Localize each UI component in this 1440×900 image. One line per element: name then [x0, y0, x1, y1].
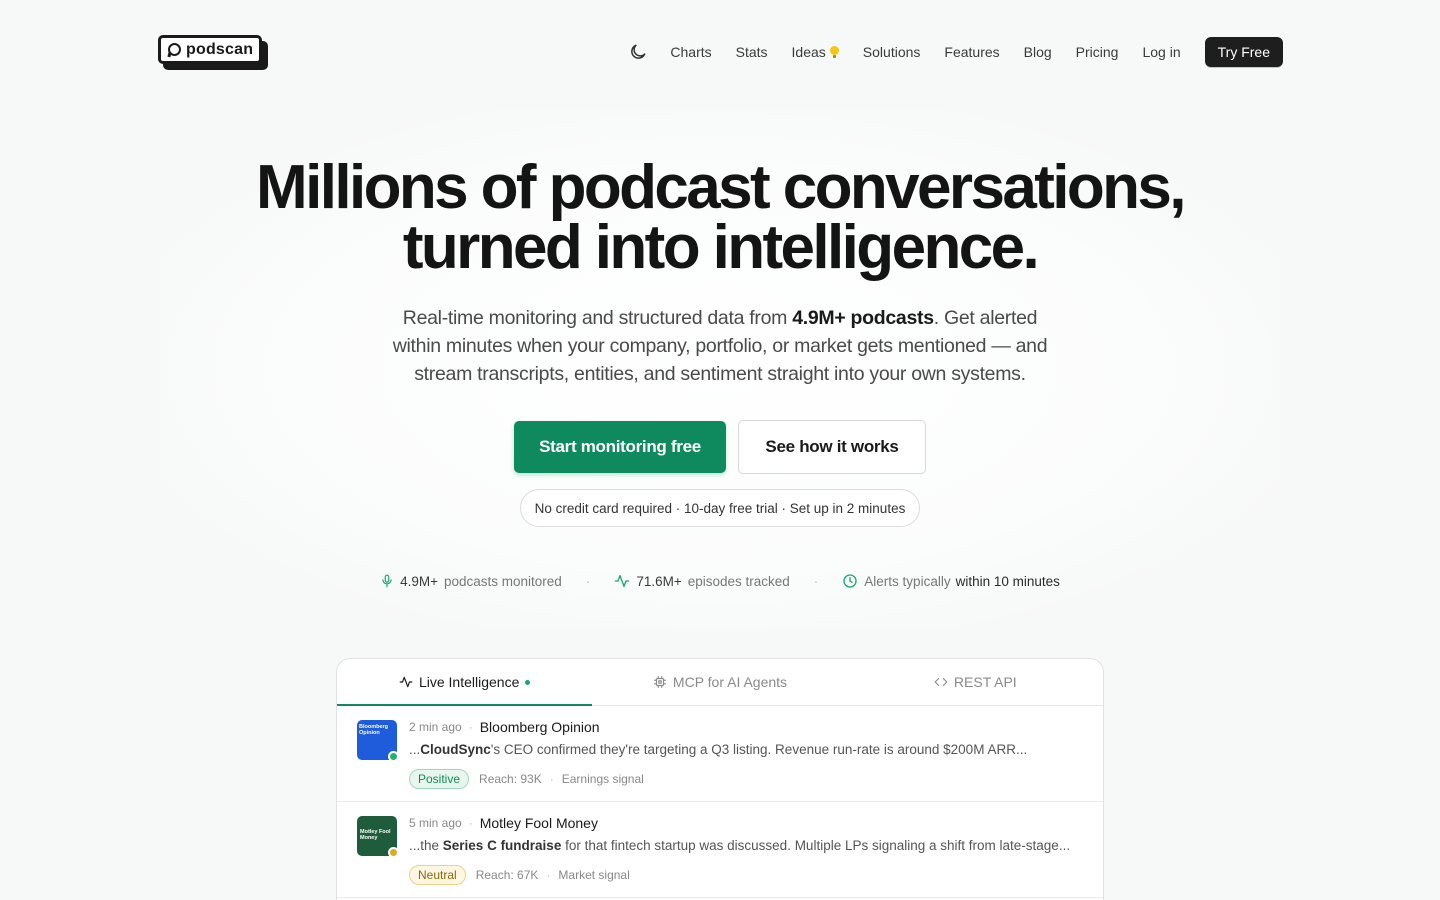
try-free-button[interactable]: Try Free: [1204, 37, 1283, 67]
search-icon: [167, 42, 181, 57]
tab-rest-api-label: REST API: [953, 674, 1017, 690]
meta-separator: ·: [468, 816, 473, 830]
nav-ideas-label: Ideas: [791, 44, 826, 60]
status-indicator: [388, 751, 399, 762]
product-preview-card: Live Intelligence MCP for AI Agents REST…: [336, 658, 1104, 900]
podscan-logo[interactable]: podscan: [158, 35, 270, 71]
meta-separator: ·: [468, 720, 473, 734]
feed-item[interactable]: Bloomberg Opinion 2 min ago · Bloomberg …: [337, 706, 1103, 802]
logo-wordmark: podscan: [186, 40, 254, 58]
code-icon: [934, 677, 948, 687]
stat-podcasts-number: 4.9M+: [400, 573, 438, 589]
quote-highlight: CloudSync: [420, 742, 491, 757]
lightbulb-icon: [829, 46, 839, 58]
quote-text: ...the: [409, 838, 443, 853]
activity-icon: [399, 676, 413, 688]
activity-icon: [614, 575, 630, 587]
feed-item-quote: ...CloudSync's CEO confirmed they're tar…: [409, 742, 1027, 757]
stat-separator: ·: [585, 573, 591, 589]
quote-text-end: 's CEO confirmed they're targeting a Q3 …: [490, 742, 1028, 757]
feed-item-source[interactable]: Bloomberg Opinion: [480, 719, 600, 735]
tab-mcp-label: MCP for AI Agents: [672, 674, 788, 690]
tab-mcp-ai-agents[interactable]: MCP for AI Agents: [592, 659, 847, 705]
nav-features[interactable]: Features: [944, 44, 999, 60]
feed-item-reach: Reach: 67K: [475, 868, 539, 882]
feed-item-time: 2 min ago: [409, 720, 462, 734]
feed-item-meta: 5 min ago · Motley Fool Money: [409, 815, 598, 831]
tab-live-intelligence[interactable]: Live Intelligence: [337, 659, 593, 706]
trial-note: No credit card required · 10-day free tr…: [520, 489, 920, 527]
status-indicator: [388, 847, 399, 858]
stat-alerts-highlight: within 10 minutes: [955, 573, 1060, 589]
sentiment-badge: Neutral: [409, 865, 466, 885]
stat-episodes: 71.6M+ episodes tracked: [614, 573, 790, 589]
stat-episodes-label: episodes tracked: [687, 573, 790, 589]
feed-item-signal: Market signal: [558, 868, 630, 882]
stat-podcasts-label: podcasts monitored: [444, 573, 562, 589]
moon-icon[interactable]: [628, 42, 648, 62]
chip-icon: [654, 676, 666, 688]
preview-tabs: Live Intelligence MCP for AI Agents REST…: [337, 659, 1103, 706]
tab-rest-api[interactable]: REST API: [848, 659, 1103, 705]
quote-highlight: Series C fundraise: [442, 838, 562, 853]
tag-separator: ·: [549, 772, 554, 786]
mic-icon: [382, 574, 392, 588]
start-monitoring-button[interactable]: Start monitoring free: [514, 421, 726, 473]
feed-item-meta: 2 min ago · Bloomberg Opinion: [409, 719, 600, 735]
feed-item-source[interactable]: Motley Fool Money: [480, 815, 598, 831]
feed-item-reach: Reach: 93K: [479, 772, 542, 786]
feed-item[interactable]: Motley Fool Money 5 min ago · Motley Foo…: [337, 802, 1103, 898]
hero-title-line-2: turned into intelligence.: [402, 213, 1040, 282]
see-how-it-works-button[interactable]: See how it works: [738, 420, 926, 474]
stat-alerts-label: Alerts typically: [864, 573, 951, 589]
feed-item-quote: ...the Series C fundraise for that finte…: [409, 838, 1070, 853]
sentiment-badge: Positive: [409, 769, 470, 789]
live-indicator-dot: [525, 679, 531, 685]
stat-podcasts: 4.9M+ podcasts monitored: [380, 573, 562, 589]
tab-live-intelligence-label: Live Intelligence: [418, 674, 520, 690]
hero-title-line-1: Millions of podcast conversations,: [256, 153, 1186, 222]
hero-subtitle-highlight: 4.9M+ podcasts: [792, 307, 934, 329]
stat-episodes-number: 71.6M+: [636, 573, 682, 589]
clock-icon: [843, 574, 857, 588]
hero-subtitle: Real-time monitoring and structured data…: [380, 304, 1060, 388]
feed-item-signal: Earnings signal: [561, 772, 644, 786]
hero-cta-row: Start monitoring free See how it works: [0, 420, 1440, 474]
hero-title: Millions of podcast conversations, turne…: [0, 157, 1440, 279]
nav-ideas[interactable]: Ideas: [792, 44, 839, 60]
tag-separator: ·: [546, 868, 551, 882]
site-header: podscan Charts Stats Ideas Solutions Fea…: [0, 0, 1440, 104]
nav-solutions[interactable]: Solutions: [863, 44, 921, 60]
main-nav: Charts Stats Ideas Solutions Features Bl…: [628, 37, 1283, 67]
quote-text: ...: [409, 742, 421, 757]
stat-alerts: Alerts typically within 10 minutes: [842, 573, 1060, 589]
nav-pricing[interactable]: Pricing: [1076, 44, 1119, 60]
nav-login[interactable]: Log in: [1142, 44, 1180, 60]
feed-item-time: 5 min ago: [409, 816, 462, 830]
nav-stats[interactable]: Stats: [736, 44, 768, 60]
hero-subtitle-text: Real-time monitoring and structured data…: [402, 307, 793, 329]
nav-blog[interactable]: Blog: [1024, 44, 1052, 60]
feed-item-tags: Neutral Reach: 67K · Market signal: [409, 865, 630, 885]
feed-item-tags: Positive Reach: 93K · Earnings signal: [409, 769, 644, 789]
quote-text-end: for that fintech startup was discussed. …: [561, 838, 1071, 853]
stats-row: 4.9M+ podcasts monitored · 71.6M+ episod…: [0, 573, 1440, 589]
nav-charts[interactable]: Charts: [670, 44, 711, 60]
stat-separator: ·: [813, 573, 819, 589]
